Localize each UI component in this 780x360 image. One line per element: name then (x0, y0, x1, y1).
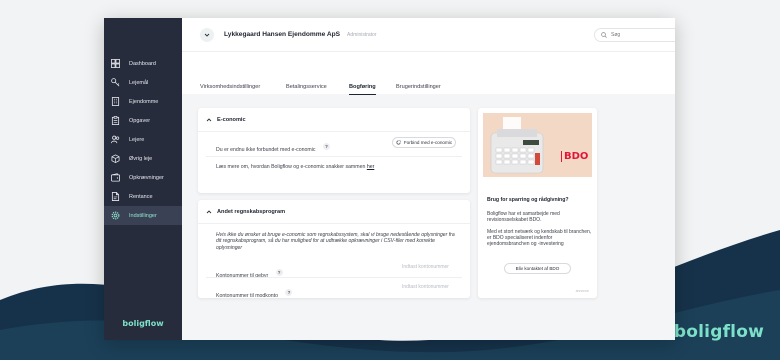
building-icon (111, 97, 120, 106)
sidebar-item-oevrig-leje[interactable]: Øvrig leje (104, 149, 182, 168)
sidebar-logo: boligflow (122, 319, 164, 328)
search-box[interactable] (594, 28, 675, 42)
promo-text-1: Boligflow har et samarbejde med revision… (487, 211, 560, 224)
main-content: Lykkegaard Hansen Ejendomme ApS Administ… (182, 18, 675, 340)
tab-bogfoering[interactable]: Bogføring (349, 84, 376, 95)
counter-account-label: Kontonummer til modkonto (216, 293, 278, 299)
sidebar-item-label: Ejendomme (129, 98, 159, 105)
calculator-image: BDO (483, 113, 592, 177)
economic-title: E-conomic (217, 116, 246, 123)
gear-icon (111, 211, 120, 220)
connect-economic-label: Forbind med e-conomic (403, 140, 453, 145)
divider (206, 156, 462, 157)
economic-learn-more: Læs mere om, hvordan Boligflow og e-cono… (216, 164, 374, 170)
chevron-down-icon (204, 33, 210, 37)
sidebar-item-label: Opgaver (129, 117, 151, 124)
sidebar-item-dashboard[interactable]: Dashboard (104, 54, 182, 73)
app-window: Dashboard Lejemål Ejendomme Opgaver Leje… (104, 18, 675, 340)
search-icon (601, 32, 607, 38)
calculator-illustration (490, 117, 544, 174)
other-accounting-card: Andet regnskabsprogram Hvis ikke du ønsk… (198, 200, 470, 299)
learn-more-text: Læs mere om, hvordan Boligflow og e-cono… (216, 164, 366, 170)
bdo-logo: BDO (561, 151, 588, 162)
clipboard-icon (111, 116, 120, 125)
sidebar: Dashboard Lejemål Ejendomme Opgaver Leje… (104, 18, 182, 340)
document-icon (111, 192, 120, 201)
background-logo: boligflow (673, 322, 764, 342)
grid-icon (111, 59, 120, 68)
fee-account-label: Kontonummer til gebyr (216, 273, 269, 279)
chevron-up-icon (206, 209, 212, 213)
other-accounting-description: Hvis ikke du ønsker at bruge e-conomic s… (216, 232, 455, 251)
help-icon[interactable]: ? (275, 269, 283, 277)
sidebar-item-opkraevninger[interactable]: Opkrævninger (104, 168, 182, 187)
user-role: Administrator (347, 31, 377, 38)
counter-account-input[interactable]: Indtast kontonummer (402, 284, 449, 290)
sidebar-item-rentance[interactable]: Rentance (104, 187, 182, 206)
economic-card: E-conomic Du er endnu ikke forbundet med… (198, 108, 470, 193)
sidebar-item-label: Opkrævninger (129, 174, 164, 181)
sidebar-item-label: Dashboard (129, 60, 156, 67)
promo-text-2: Med et stort netværk og kendskab til bra… (487, 229, 592, 248)
economic-section-header[interactable]: E-conomic (198, 108, 470, 132)
tab-betalingsservice[interactable]: Betalingsservice (286, 84, 327, 90)
box-icon (111, 154, 120, 163)
help-icon[interactable]: ? (285, 289, 293, 297)
other-accounting-header[interactable]: Andet regnskabsprogram (198, 200, 470, 224)
topbar: Lykkegaard Hansen Ejendomme ApS Administ… (182, 18, 675, 52)
link-icon (396, 140, 401, 145)
sidebar-item-label: Lejere (129, 136, 145, 143)
sidebar-item-label: Lejemål (129, 79, 149, 86)
sidebar-nav: Dashboard Lejemål Ejendomme Opgaver Leje… (104, 54, 182, 225)
economic-status-row: Du er endnu ikke forbundet med e-conomic… (216, 138, 330, 156)
field-counter-account: Kontonummer til modkonto ? (216, 284, 293, 302)
fee-account-input[interactable]: Indtast kontonummer (402, 264, 449, 270)
learn-more-link[interactable]: her (367, 164, 375, 170)
sidebar-item-lejemaal[interactable]: Lejemål (104, 73, 182, 92)
sidebar-item-opgaver[interactable]: Opgaver (104, 111, 182, 130)
company-switcher[interactable] (200, 27, 214, 42)
bdo-promo-card: BDO Brug for sparring og rådgivning? Bol… (478, 108, 597, 298)
field-fee-account: Kontonummer til gebyr ? (216, 264, 283, 282)
tabs-bar: Virksomhedsindstillinger Betalingsservic… (182, 52, 675, 95)
economic-status: Du er endnu ikke forbundet med e-conomic (216, 147, 316, 153)
sidebar-item-label: Øvrig leje (129, 155, 153, 162)
sidebar-item-label: Rentance (129, 193, 153, 200)
sidebar-item-ejendomme[interactable]: Ejendomme (104, 92, 182, 111)
sidebar-item-lejere[interactable]: Lejere (104, 130, 182, 149)
people-icon (111, 135, 120, 144)
search-input[interactable] (611, 32, 675, 38)
company-name: Lykkegaard Hansen Ejendomme ApS (224, 31, 341, 38)
other-accounting-title: Andet regnskabsprogram (217, 208, 286, 215)
promo-fine-print: annonce (575, 289, 589, 293)
chevron-up-icon (206, 117, 212, 121)
contact-bdo-button[interactable]: Bliv kontaktet af BDO (504, 263, 571, 274)
help-icon[interactable]: ? (322, 143, 330, 151)
promo-title: Brug for sparring og rådgivning? (487, 197, 569, 203)
divider (206, 277, 462, 278)
wallet-icon (111, 173, 120, 182)
sidebar-item-label: Indstillinger (129, 212, 157, 219)
key-icon (111, 78, 120, 87)
connect-economic-button[interactable]: Forbind med e-conomic (392, 137, 456, 148)
sidebar-item-indstillinger[interactable]: Indstillinger (104, 206, 182, 225)
tab-brugerindstillinger[interactable]: Brugerindstillinger (396, 84, 441, 90)
tab-virksomhedsindstillinger[interactable]: Virksomhedsindstillinger (200, 84, 260, 90)
